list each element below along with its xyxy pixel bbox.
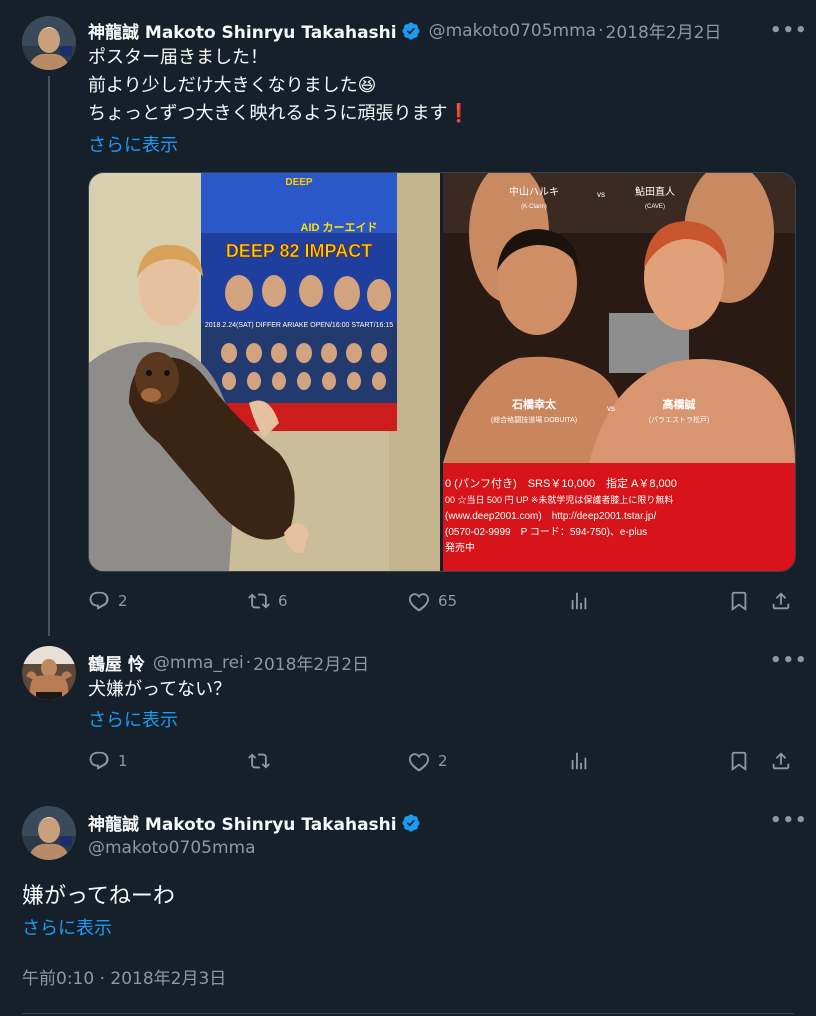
retweet-icon	[248, 590, 270, 612]
tweet-header: 神龍誠 Makoto Shinryu Takahashi @makoto0705…	[88, 18, 722, 44]
like-count: 2	[438, 752, 448, 770]
views-button[interactable]	[568, 750, 590, 772]
media-photos: DEEP AID カーエイド DEEP 82 IMPACT 2018.2.24(…	[89, 173, 795, 571]
show-more-link[interactable]: さらに表示	[22, 914, 112, 940]
reply-icon	[88, 590, 110, 612]
avatar-image	[22, 646, 76, 700]
poster-deep-logo: DEEP	[285, 177, 313, 188]
separator-dot: ·	[598, 20, 604, 41]
avatar[interactable]	[22, 16, 76, 70]
fighter-right-gym: (パラエストラ松戸)	[649, 415, 710, 424]
reply-button[interactable]: 1	[88, 750, 128, 772]
retweet-button[interactable]	[248, 750, 278, 772]
vs-top: vs	[597, 190, 605, 199]
views-icon	[568, 590, 590, 612]
tweet-actions: 1 2	[88, 750, 796, 774]
photo-left[interactable]: DEEP AID カーエイド DEEP 82 IMPACT 2018.2.24(…	[89, 173, 440, 571]
photo-right[interactable]: 中山ハルキ (K-Clann) vs 鮎田直人 (CAVE) 石橋幸太 (総合格…	[443, 173, 795, 571]
retweet-count: 6	[278, 592, 288, 610]
bookmark-icon	[728, 590, 750, 612]
username[interactable]: @makoto0705mma	[429, 21, 597, 41]
price-line: 0 (パンフ付き) SRS￥10,000 指定 A￥8,000	[445, 476, 677, 490]
reply-icon	[88, 750, 110, 772]
show-more-link[interactable]: さらに表示	[88, 131, 178, 157]
show-more-link[interactable]: さらに表示	[88, 706, 178, 732]
fighter-top-left: 中山ハルキ	[509, 185, 559, 198]
fighter-top-right-gym: (CAVE)	[645, 204, 665, 210]
avatar[interactable]	[22, 806, 76, 860]
note-line: 00 ☆当日 500 円 UP ※未就学児は保護者膝上に限り無料	[445, 494, 673, 505]
fighter-left-name: 石橋幸太	[511, 397, 557, 411]
more-icon[interactable]: •••	[770, 20, 808, 41]
avatar[interactable]	[22, 646, 76, 700]
avatar-image	[22, 806, 76, 860]
more-icon[interactable]: •••	[770, 650, 808, 671]
tweet-header: 神龍誠 Makoto Shinryu Takahashi	[88, 810, 421, 835]
retweet-button[interactable]: 6	[248, 590, 288, 612]
share-icon	[770, 750, 792, 772]
bookmark-button[interactable]	[728, 590, 750, 612]
reply-count: 1	[118, 752, 128, 770]
bookmark-icon	[728, 750, 750, 772]
fighter-left-gym: (総合格闘技道場 DOBUITA)	[491, 415, 577, 424]
like-icon	[408, 750, 430, 772]
share-button[interactable]	[770, 750, 792, 772]
tweet-timestamp[interactable]: 午前0:10 · 2018年2月3日	[22, 964, 226, 989]
poster-title: DEEP 82 IMPACT	[226, 241, 372, 261]
username-row: @makoto0705mma	[88, 838, 256, 858]
views-icon	[568, 750, 590, 772]
tel-line: (0570-02-9999 P コード：594-750)、e-plus	[445, 527, 647, 538]
display-name[interactable]: 神龍誠 Makoto Shinryu Takahashi	[88, 18, 397, 43]
display-name[interactable]: 神龍誠 Makoto Shinryu Takahashi	[88, 810, 397, 835]
url-line: (www.deep2001.com) http://deep2001.tstar…	[445, 511, 656, 522]
separator-dot: ·	[245, 652, 252, 673]
bookmark-button[interactable]	[728, 750, 750, 772]
tweet-text: 犬嫌がってない？	[88, 679, 232, 700]
like-icon	[408, 590, 430, 612]
sale-line: 発売中	[445, 541, 475, 554]
fighter-top-left-gym: (K-Clann)	[521, 204, 547, 210]
tweet-date[interactable]: 2018年2月2日	[253, 650, 369, 675]
like-count: 65	[438, 592, 458, 610]
tweet-media[interactable]: DEEP AID カーエイド DEEP 82 IMPACT 2018.2.24(…	[88, 172, 796, 572]
display-name[interactable]: 鶴屋 怜	[88, 650, 145, 675]
more-icon[interactable]: •••	[770, 810, 808, 831]
thread-connector-line	[48, 76, 50, 636]
reply-button[interactable]: 2	[88, 590, 128, 612]
views-button[interactable]	[568, 590, 590, 612]
username[interactable]: @mma_rei	[153, 653, 244, 673]
tweet-date[interactable]: 2018年2月2日	[606, 18, 722, 43]
username[interactable]: @makoto0705mma	[88, 838, 256, 858]
like-button[interactable]: 65	[408, 590, 457, 612]
avatar-image	[22, 16, 76, 70]
tweet-actions: 2 6 65	[88, 590, 796, 614]
verified-badge-icon	[401, 21, 421, 41]
reply-count: 2	[118, 592, 128, 610]
divider	[22, 1013, 794, 1014]
fighter-right-name: 高橋誠	[663, 397, 696, 411]
fighter-top-right: 鮎田直人	[635, 185, 675, 198]
tweet-text: ポスター届きました！ 前より少しだけ大きくなりました😆 ちょっとずつ大きく映れる…	[88, 47, 470, 124]
retweet-icon	[248, 750, 270, 772]
poster-date: 2018.2.24(SAT) DIFFER ARIAKE OPEN/16:00 …	[205, 322, 393, 329]
vs-bottom: vs	[607, 404, 615, 413]
tweet-header: 鶴屋 怜 @mma_rei · 2018年2月2日	[88, 650, 369, 676]
share-icon	[770, 590, 792, 612]
share-button[interactable]	[770, 590, 792, 612]
poster-sponsor: AID カーエイド	[301, 221, 378, 234]
tweet-text: 嫌がってねーわ	[22, 884, 175, 909]
verified-badge-icon	[401, 813, 421, 833]
like-button[interactable]: 2	[408, 750, 448, 772]
